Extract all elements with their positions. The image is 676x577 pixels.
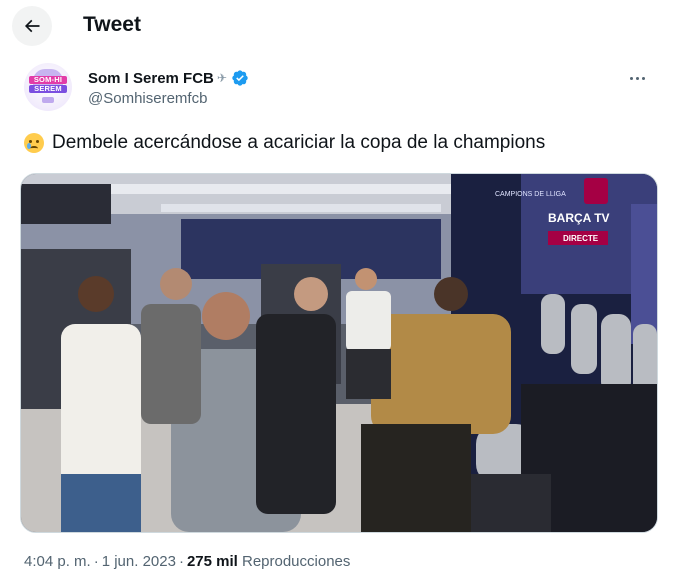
- overlay-campions: CAMPIONS DE LLIGA: [495, 191, 566, 198]
- verified-badge-icon: [232, 70, 248, 86]
- crying-face-emoji-icon: [24, 133, 44, 153]
- video-frame: CAMPIONS DE LLIGA BARÇA TV DIRECTE: [21, 174, 657, 532]
- more-dot-icon: [641, 76, 645, 80]
- tweet-time[interactable]: 4:04 p. m.: [24, 553, 91, 570]
- author-handle[interactable]: @Somhiseremfcb: [88, 90, 207, 107]
- arrow-left-icon: [24, 19, 40, 33]
- overlay-brand: BARÇA TV: [548, 211, 610, 225]
- avatar-logo: SOM-HI SEREM: [27, 76, 69, 94]
- tweet-text: Dembele acercándose a acariciar la copa …: [24, 132, 545, 154]
- views-label: Reproducciones: [241, 553, 351, 570]
- avatar[interactable]: SOM-HI SEREM: [24, 63, 72, 111]
- more-dot-icon: [629, 76, 633, 80]
- views-count: 275 mil: [186, 553, 238, 570]
- author-name[interactable]: Som I Serem FCB: [88, 70, 214, 87]
- tweet-body: Dembele acercándose a acariciar la copa …: [52, 132, 546, 153]
- overlay-live: DIRECTE: [563, 234, 599, 243]
- top-bar: Tweet: [0, 0, 676, 53]
- author-display-name[interactable]: Som I Serem FCB ✈: [88, 69, 249, 87]
- back-button[interactable]: [12, 6, 52, 46]
- author-row: SOM-HI SEREM Som I Serem FCB ✈ @Somhiser…: [24, 63, 664, 113]
- more-options-button[interactable]: [622, 63, 652, 93]
- more-dot-icon: [635, 76, 639, 80]
- airplane-icon: ✈: [216, 71, 227, 85]
- avatar-logo-line-1: SOM-HI: [29, 76, 67, 84]
- tweet-meta: 4:04 p. m. · 1 jun. 2023 · 275 mil Reproducc…: [24, 553, 351, 570]
- avatar-logo-line-2: SEREM: [29, 85, 67, 93]
- tweet-date[interactable]: 1 jun. 2023: [102, 553, 176, 570]
- fcb-crest-icon: [584, 178, 608, 204]
- tweet-media-video[interactable]: CAMPIONS DE LLIGA BARÇA TV DIRECTE: [20, 173, 658, 533]
- page-title: Tweet: [83, 13, 141, 36]
